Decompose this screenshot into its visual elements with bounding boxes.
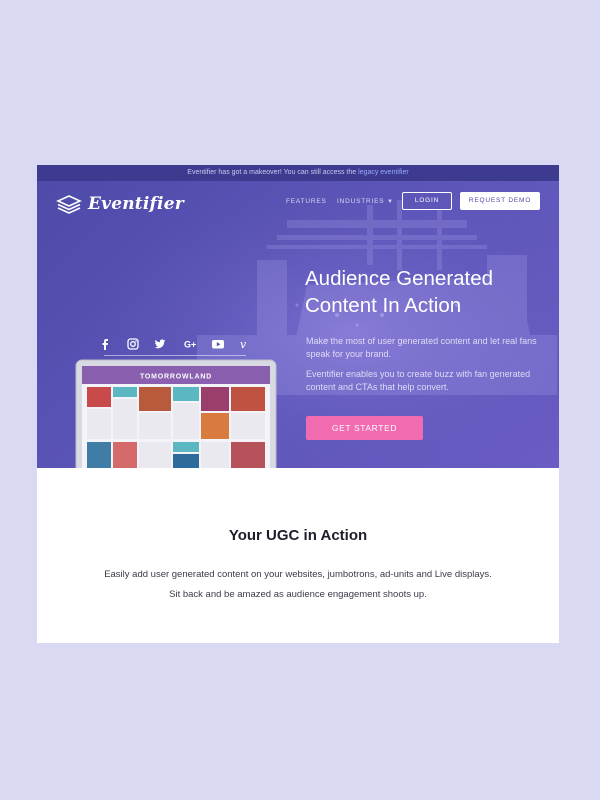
request-demo-button[interactable]: REQUEST DEMO	[460, 192, 540, 210]
nav-features[interactable]: FEATURES	[286, 198, 327, 205]
nav-industries[interactable]: INDUSTRIES ▼	[337, 198, 394, 205]
vine-icon: v	[240, 338, 247, 351]
hero-headline-line2: Content In Action	[305, 294, 462, 317]
section-title: Your UGC in Action	[228, 527, 368, 544]
svg-text:v: v	[240, 338, 247, 351]
announcement-text: Eventifier has got a makeover! You can s…	[187, 169, 359, 176]
youtube-icon	[212, 340, 224, 349]
screen-banner: TOMORROWLAND	[140, 374, 212, 381]
login-button[interactable]: LOGIN	[402, 192, 452, 210]
hero-headline-line1: Audience Generated	[305, 267, 494, 290]
layers-logo-icon	[56, 195, 82, 214]
instagram-icon	[127, 338, 139, 350]
twitter-icon	[154, 339, 166, 349]
brand-logo[interactable]: Eventifier	[56, 194, 184, 214]
hero-headline: Audience Generated Content In Action	[305, 265, 545, 319]
caret-down-icon: ▼	[386, 199, 394, 205]
legacy-link[interactable]: legacy eventifier	[358, 169, 409, 176]
nav-industries-label: INDUSTRIES	[337, 198, 385, 205]
facebook-icon	[102, 339, 108, 350]
landing-page: Eventifier has got a makeover! You can s…	[37, 165, 559, 643]
announcement-bar: Eventifier has got a makeover! You can s…	[37, 165, 559, 181]
get-started-button[interactable]: GET STARTED	[306, 416, 423, 440]
section-line-2: Sit back and be amazed as audience engag…	[169, 589, 427, 600]
laptop-mockup: TOMORROWLAND	[75, 359, 277, 468]
hero-section: Eventifier has got a makeover! You can s…	[37, 165, 559, 468]
hero-paragraph-1: Make the most of user generated content …	[306, 336, 537, 359]
svg-text:G+: G+	[184, 340, 196, 350]
brand-name: Eventifier	[88, 194, 184, 214]
hero-paragraph-2: Eventifier enables you to create buzz wi…	[306, 369, 531, 392]
section-line-1: Easily add user generated content on you…	[104, 569, 492, 580]
google-plus-icon: G+	[184, 340, 196, 350]
